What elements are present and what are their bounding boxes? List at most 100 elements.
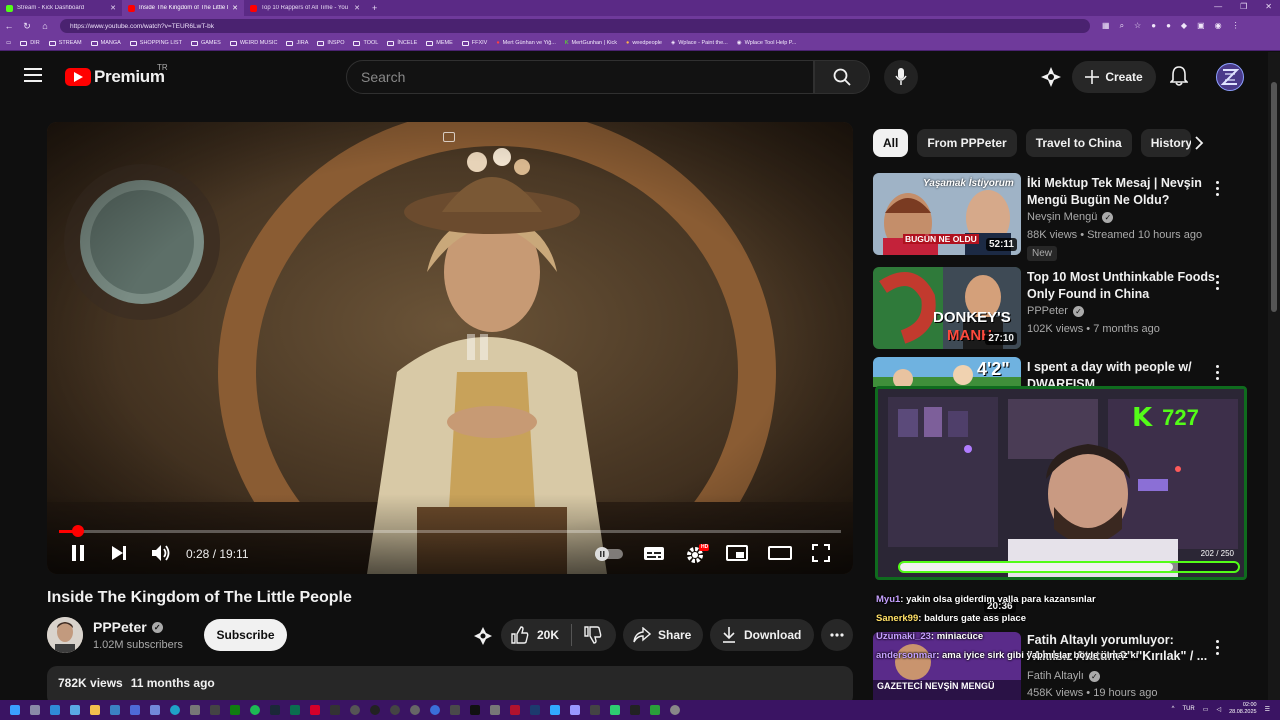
search-input[interactable]: Search [346,60,814,94]
taskbar-app-icon[interactable] [490,705,500,715]
hamburger-menu-icon[interactable] [24,68,42,82]
recommendation-item[interactable]: DONKEY'S MANH 27:10 Top 10 Most Unthinka… [873,267,1263,353]
bookmark-folder[interactable]: JIRA [286,40,308,46]
task-view-icon[interactable] [30,705,40,715]
create-button[interactable]: Create [1072,61,1156,93]
channel-name-row[interactable]: PPPeter ✓ [93,619,163,635]
chip-from-pppeter[interactable]: From PPPeter [917,129,1017,157]
taskbar-app-icon[interactable] [350,705,360,715]
dislike-button[interactable] [572,626,602,644]
tray-chevron-icon[interactable]: ^ [1172,706,1175,712]
tab-kick-dashboard[interactable]: Stream - Kick Dashboard ✕ [0,0,122,16]
screenshot-icon[interactable]: ▦ [1102,21,1110,31]
bookmark-link[interactable]: K MertGunhan | Kick [565,40,617,46]
minimize-icon[interactable]: — [1214,2,1222,11]
taskbar-app-icon[interactable] [470,705,480,715]
bookmark-folder[interactable]: STREAM [48,40,82,46]
tab-inside-kingdom[interactable]: Inside The Kingdom of The Little People … [122,0,244,16]
taskbar-app-icon[interactable] [290,705,300,715]
extension-icon[interactable]: ● [1151,21,1156,31]
subscribe-button[interactable]: Subscribe [204,619,287,651]
taskbar-app-icon[interactable] [450,705,460,715]
youtube-premium-logo[interactable]: Premium TR [65,63,168,87]
recommendation-menu-icon[interactable] [1216,365,1220,383]
new-tab-button[interactable]: + [366,3,383,13]
taskbar-app-icon[interactable] [610,705,620,715]
start-button-icon[interactable] [10,705,20,715]
discord-icon[interactable] [150,705,160,715]
search-button[interactable] [814,60,870,94]
close-tab-icon[interactable]: ✕ [354,4,360,12]
bookmark-link[interactable]: ◈ Wplace - Paint the... [671,40,728,46]
premiere-icon[interactable] [570,705,580,715]
taskbar-app-icon[interactable] [630,705,640,715]
photoshop-icon[interactable] [550,705,560,715]
theater-mode-button[interactable] [768,544,792,562]
taskbar-app-icon[interactable] [510,705,520,715]
taskbar-app-icon[interactable] [330,705,340,715]
bookmark-folder[interactable]: İNCELE [387,40,417,46]
bookmark-link[interactable]: ● weedpeople [626,40,662,46]
url-field[interactable]: https://www.youtube.com/watch?v=TEUR6LwT… [60,19,1090,33]
close-window-icon[interactable]: ✕ [1265,2,1272,11]
recommendation-thumbnail[interactable]: 4'2" [873,357,1021,387]
scrubber-handle[interactable] [71,525,84,537]
download-button[interactable]: Download [710,619,814,651]
ask-sparkle-icon[interactable] [473,627,493,645]
clock[interactable]: 02:00 28.08.2025 [1229,702,1257,716]
spotify-icon[interactable] [250,705,260,715]
taskbar-app-icon[interactable] [210,705,220,715]
taskbar-app-icon[interactable] [670,705,680,715]
bookmark-folder[interactable]: INSPO [317,40,344,46]
taskbar-app-icon[interactable] [430,705,440,715]
maximize-icon[interactable]: ❐ [1240,2,1247,11]
chips-next-button[interactable] [1194,133,1204,153]
taskbar-app-icon[interactable] [50,705,60,715]
taskbar-app-icon[interactable] [650,705,660,715]
bookmark-folder[interactable]: DIR [20,40,40,46]
recommendation-menu-icon[interactable] [1216,275,1220,293]
recommendation-thumbnail[interactable]: Yaşamak İstiyorum BUGÜN NE OLDU 52:11 [873,173,1021,255]
ask-sparkle-icon[interactable] [1040,66,1062,88]
video-info-icon[interactable] [443,132,455,142]
recommendation-menu-icon[interactable] [1216,640,1220,658]
volume-tray-icon[interactable]: ◁ [1216,706,1221,713]
pause-button[interactable] [69,544,87,562]
reload-icon[interactable]: ↻ [18,21,36,32]
page-scrollbar[interactable] [1268,52,1280,700]
extension-icon[interactable]: ▣ [1197,21,1205,31]
volume-button[interactable] [151,544,171,562]
bookmark-link[interactable]: ◉ Wplace Tool Help P... [737,40,797,46]
chip-history[interactable]: History [1140,129,1191,157]
notifications-bell-icon[interactable] [1170,66,1188,86]
home-icon[interactable]: ⌂ [36,21,54,31]
close-tab-icon[interactable]: ✕ [110,4,116,12]
video-player[interactable]: 0:28 / 19:11 HD [47,122,853,574]
bookmark-folder[interactable]: MEME [426,40,453,46]
recommendation-item[interactable]: 4'2" I spent a day with people w/ DWARFI… [873,357,1263,387]
after-effects-icon[interactable] [530,705,540,715]
tab-top-rappers[interactable]: Top 10 Rappers of All Time - You ✕ [244,0,366,16]
bookmark-folder[interactable]: GAMES [190,40,221,46]
taskbar-app-icon[interactable] [410,705,420,715]
voice-search-button[interactable] [884,60,918,94]
recommendation-menu-icon[interactable] [1216,181,1220,199]
account-avatar[interactable] [1216,63,1244,91]
bookmark-link[interactable]: ● Mert Günhan ve Yiğ... [496,40,556,46]
chip-travel-to-china[interactable]: Travel to China [1025,129,1132,157]
menu-icon[interactable]: ⋮ [1232,21,1240,31]
taskbar-app-icon[interactable] [390,705,400,715]
notification-center-icon[interactable]: ☰ [1265,706,1270,713]
like-button[interactable]: 20K [501,626,571,644]
steam-icon[interactable] [270,705,280,715]
recommendation-thumbnail[interactable]: GAZETECİ NEVŞİN MENGÜ [873,632,1021,700]
browser-icon[interactable] [170,705,180,715]
taskbar-app-icon[interactable] [310,705,320,715]
file-explorer-icon[interactable] [90,705,100,715]
channel-avatar[interactable] [47,617,83,653]
back-icon[interactable]: ← [0,21,18,31]
recommendation-item[interactable]: Yaşamak İstiyorum BUGÜN NE OLDU 52:11 İk… [873,173,1263,263]
close-tab-icon[interactable]: ✕ [232,4,238,12]
bookmark-folder[interactable]: MANGA [90,40,121,46]
bookmark-folder[interactable]: WEIRD MUSIC [229,40,277,46]
